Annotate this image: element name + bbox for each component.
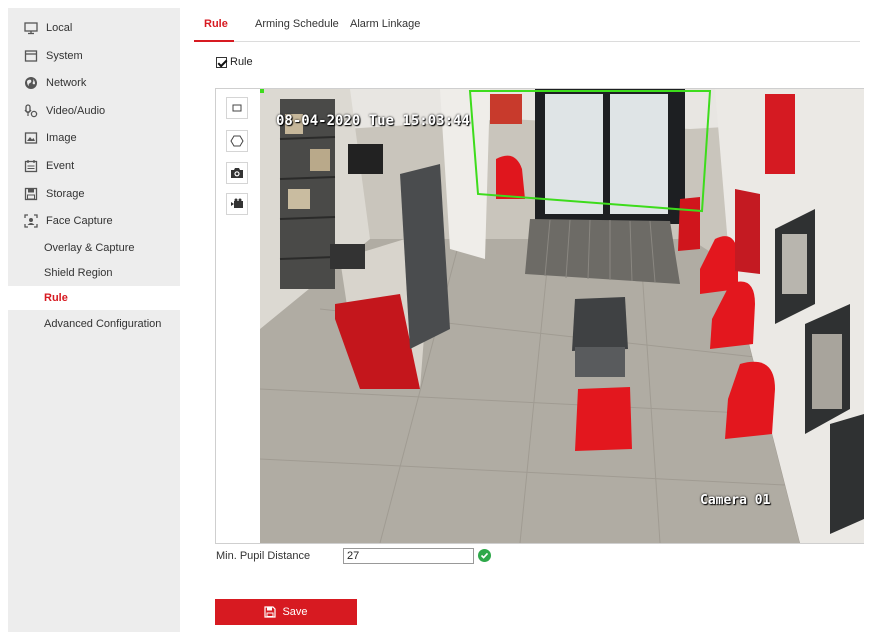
sidebar-item-label: Video/Audio xyxy=(46,105,106,117)
video-camera-name-overlay: Camera 01 xyxy=(700,493,771,508)
system-window-icon xyxy=(24,49,38,63)
sidebar-item-label: Event xyxy=(46,160,75,172)
sidebar-item-event[interactable]: Event xyxy=(8,154,180,178)
sidebar-item-label: Local xyxy=(46,22,73,34)
video-panel: 08-04-2020 Tue 15:03:44 Camera 01 xyxy=(215,88,864,544)
sidebar-item-label: Storage xyxy=(46,188,85,200)
sidebar-item-label: Face Capture xyxy=(46,215,113,227)
save-button[interactable]: Save xyxy=(215,599,357,625)
globe-icon xyxy=(24,76,38,90)
video-record-icon xyxy=(230,198,244,210)
sidebar-item-system[interactable]: System xyxy=(8,44,180,68)
live-video-view[interactable]: 08-04-2020 Tue 15:03:44 Camera 01 xyxy=(260,89,864,543)
tab-alarm-linkage[interactable]: Alarm Linkage xyxy=(350,18,420,30)
floppy-disk-icon xyxy=(264,606,277,618)
sidebar-subitem-label: Overlay & Capture xyxy=(44,242,135,254)
sidebar-item-label: System xyxy=(46,50,83,62)
sidebar-subitem-overlay-capture[interactable]: Overlay & Capture xyxy=(8,236,180,260)
checkbox-checked[interactable] xyxy=(216,56,227,68)
face-capture-icon xyxy=(24,214,38,228)
sidebar-item-network[interactable]: Network xyxy=(8,71,180,95)
sidebar-item-storage[interactable]: Storage xyxy=(8,182,180,206)
camera-snapshot-icon xyxy=(230,167,244,179)
drawing-toolbar xyxy=(216,89,260,543)
sidebar-item-local[interactable]: Local xyxy=(8,16,180,40)
active-tab-indicator xyxy=(194,40,234,42)
rule-enable-checkbox[interactable]: Rule xyxy=(216,56,253,68)
rectangle-tool-icon xyxy=(231,102,243,114)
monitor-icon xyxy=(24,21,38,35)
draw-polygon-button[interactable] xyxy=(226,130,248,152)
sidebar-item-label: Image xyxy=(46,132,77,144)
sidebar-subitem-rule[interactable]: Rule xyxy=(8,286,180,310)
sidebar-item-face-capture[interactable]: Face Capture xyxy=(8,209,180,233)
save-button-label: Save xyxy=(282,606,308,618)
tab-bar: Rule Arming Schedule Alarm Linkage xyxy=(194,8,860,42)
sidebar-item-image[interactable]: Image xyxy=(8,126,180,150)
page: Local System Network Video/Audio Image E… xyxy=(0,0,876,632)
video-audio-icon xyxy=(24,104,38,118)
calendar-icon xyxy=(24,159,38,173)
storage-icon xyxy=(24,187,38,201)
sidebar-subitem-advanced-configuration[interactable]: Advanced Configuration xyxy=(8,312,180,336)
polygon-tool-icon xyxy=(230,134,244,148)
sidebar-item-label: Network xyxy=(46,77,87,89)
sidebar-subitem-label: Advanced Configuration xyxy=(44,318,162,330)
sidebar-subitem-shield-region[interactable]: Shield Region xyxy=(8,261,180,285)
tab-rule[interactable]: Rule xyxy=(204,18,228,30)
min-pupil-distance-input[interactable] xyxy=(343,548,474,564)
min-pupil-distance-label: Min. Pupil Distance xyxy=(216,550,311,562)
sidebar-subitem-label: Rule xyxy=(44,292,68,304)
tab-arming-schedule[interactable]: Arming Schedule xyxy=(255,18,339,30)
valid-check-icon xyxy=(478,549,491,562)
sidebar-subitem-label: Shield Region xyxy=(44,267,113,279)
rule-checkbox-label: Rule xyxy=(230,56,253,68)
image-icon xyxy=(24,131,38,145)
draw-rectangle-button[interactable] xyxy=(226,97,248,119)
sidebar: Local System Network Video/Audio Image E… xyxy=(8,8,180,632)
record-button[interactable] xyxy=(226,193,248,215)
sidebar-item-video-audio[interactable]: Video/Audio xyxy=(8,99,180,123)
video-timestamp-overlay: 08-04-2020 Tue 15:03:44 xyxy=(276,113,470,129)
camera-scene xyxy=(260,89,864,543)
snapshot-button[interactable] xyxy=(226,162,248,184)
